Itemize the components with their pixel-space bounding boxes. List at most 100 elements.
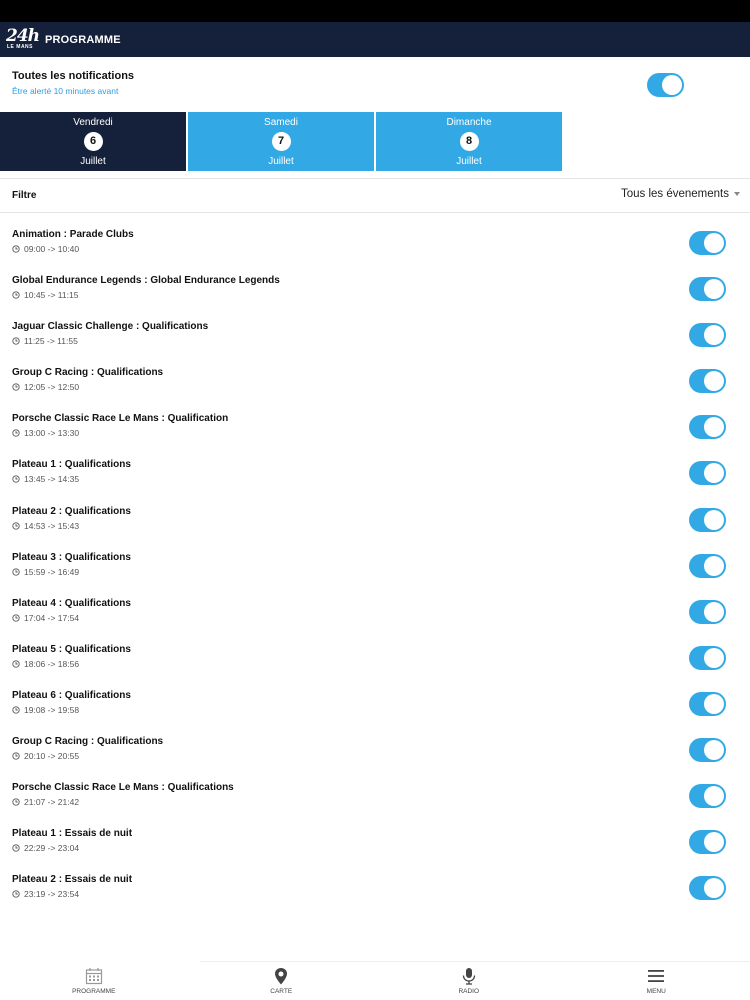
event-time: 19:08 -> 19:58 (12, 705, 79, 715)
clock-icon (12, 291, 20, 299)
microphone-icon (462, 968, 475, 985)
event-notification-toggle[interactable] (689, 784, 726, 809)
event-filter-dropdown[interactable]: Tous les évenements (621, 188, 740, 200)
all-notifications-title: Toutes les notifications (12, 70, 135, 82)
event-title: Plateau 1 : Essais de nuit (12, 828, 133, 840)
event-notification-toggle[interactable] (689, 553, 726, 578)
day-month: Juillet (80, 156, 106, 167)
filter-selected-value: Tous les évenements (620, 188, 729, 200)
clock-icon (12, 890, 20, 898)
event-notification-toggle[interactable] (689, 599, 726, 624)
event-time-range: 20:10 -> 20:55 (24, 751, 80, 762)
filter-label: Filtre (12, 190, 37, 201)
event-row: Global Endurance Legends : Global Endura… (0, 266, 750, 312)
event-time-range: 17:04 -> 17:54 (24, 612, 80, 623)
event-time-range: 14:53 -> 15:43 (24, 520, 80, 531)
all-notifications-toggle[interactable] (647, 73, 684, 97)
event-notification-toggle[interactable] (689, 691, 726, 716)
nav-label: CARTE (270, 988, 293, 995)
event-row: Plateau 1 : Essais de nuit 22:29 -> 23:0… (0, 819, 750, 865)
le-mans-24h-logo[interactable]: 24h LE MANS (6, 26, 40, 53)
event-time: 13:00 -> 13:30 (12, 428, 79, 438)
toggle-knob (704, 371, 724, 392)
event-time-range: 18:06 -> 18:56 (24, 658, 80, 669)
event-row: Plateau 1 : Qualifications 13:45 -> 14:3… (0, 450, 750, 496)
event-time-range: 13:00 -> 13:30 (24, 428, 80, 439)
event-title: Global Endurance Legends : Global Endura… (12, 275, 280, 287)
logo-sub-text: LE MANS (7, 43, 33, 50)
event-row: Jaguar Classic Challenge : Qualification… (0, 312, 750, 358)
event-notification-toggle[interactable] (689, 323, 726, 348)
event-row: Porsche Classic Race Le Mans : Qualifica… (0, 404, 750, 450)
toggle-knob (704, 279, 724, 300)
event-time: 10:45 -> 11:15 (12, 290, 78, 300)
event-title: Porsche Classic Race Le Mans : Qualifica… (12, 782, 234, 794)
toggle-knob (704, 878, 724, 899)
status-bar (0, 0, 750, 22)
event-time: 09:00 -> 10:40 (12, 244, 79, 254)
clock-icon (12, 337, 20, 345)
event-notification-toggle[interactable] (689, 830, 726, 855)
toggle-knob (704, 693, 724, 714)
event-notification-toggle[interactable] (689, 277, 726, 302)
hamburger-menu-icon (648, 970, 665, 982)
event-time: 18:06 -> 18:56 (12, 659, 79, 669)
nav-item-carte[interactable]: CARTE (188, 962, 376, 1000)
event-row: Animation : Parade Clubs 09:00 -> 10:40 (0, 220, 750, 266)
nav-item-radio[interactable]: RADIO (375, 962, 563, 1000)
clock-icon (12, 521, 20, 530)
day-month: Juillet (456, 156, 482, 167)
nav-label: MENU (646, 988, 666, 995)
event-title: Plateau 2 : Qualifications (12, 505, 131, 517)
tab-day-samedi[interactable]: Samedi 7 Juillet (188, 112, 374, 171)
calendar-icon (85, 968, 102, 985)
event-title: Plateau 3 : Qualifications (12, 551, 131, 563)
day-number-badge: 6 (83, 132, 103, 151)
toggle-knob (704, 233, 724, 253)
clock-icon (12, 568, 20, 576)
divider (0, 212, 750, 213)
event-time-range: 09:00 -> 10:40 (24, 244, 80, 254)
event-notification-toggle[interactable] (689, 738, 726, 763)
day-number-badge: 7 (271, 132, 291, 151)
tab-day-vendredi[interactable]: Vendredi 6 Juillet (0, 112, 186, 171)
all-notifications-row: Toutes les notifications Être alerté 10 … (0, 57, 750, 111)
event-list: Animation : Parade Clubs 09:00 -> 10:40 … (0, 220, 750, 911)
event-time: 13:45 -> 14:35 (12, 474, 79, 484)
event-notification-toggle[interactable] (689, 876, 726, 901)
clock-icon (12, 660, 20, 668)
event-time-range: 11:25 -> 11:55 (24, 336, 78, 347)
event-row: Porsche Classic Race Le Mans : Qualifica… (0, 773, 750, 819)
event-notification-toggle[interactable] (689, 461, 726, 486)
event-time-range: 23:19 -> 23:54 (24, 889, 80, 900)
toggle-knob (704, 647, 724, 668)
event-time: 14:53 -> 15:43 (12, 521, 79, 531)
event-row: Plateau 3 : Qualifications 15:59 -> 16:4… (0, 543, 750, 589)
event-title: Group C Racing : Qualifications (12, 736, 164, 748)
nav-item-menu[interactable]: MENU (563, 962, 750, 1000)
clock-icon (12, 752, 20, 760)
event-notification-toggle[interactable] (689, 645, 726, 670)
clock-icon (12, 706, 20, 714)
toggle-knob (704, 509, 724, 530)
event-row: Plateau 4 : Qualifications 17:04 -> 17:5… (0, 589, 750, 635)
filter-row: Filtre Tous les évenements (0, 179, 750, 212)
event-notification-toggle[interactable] (689, 369, 726, 394)
event-time: 11:25 -> 11:55 (12, 336, 78, 346)
nav-item-programme[interactable]: PROGRAMME (0, 962, 188, 1000)
toggle-knob (704, 325, 724, 346)
event-time-range: 15:59 -> 16:49 (24, 566, 80, 577)
clock-icon (12, 475, 20, 484)
event-notification-toggle[interactable] (689, 231, 726, 255)
clock-icon (12, 245, 20, 253)
toggle-knob (704, 463, 724, 484)
event-notification-toggle[interactable] (689, 507, 726, 532)
day-month: Juillet (268, 156, 294, 167)
event-notification-toggle[interactable] (689, 415, 726, 440)
map-pin-icon (275, 968, 288, 985)
nav-label: PROGRAMME (72, 988, 116, 995)
clock-icon (12, 798, 20, 806)
tab-day-dimanche[interactable]: Dimanche 8 Juillet (376, 112, 562, 171)
event-title: Plateau 4 : Qualifications (12, 597, 131, 609)
clock-icon (12, 429, 20, 438)
